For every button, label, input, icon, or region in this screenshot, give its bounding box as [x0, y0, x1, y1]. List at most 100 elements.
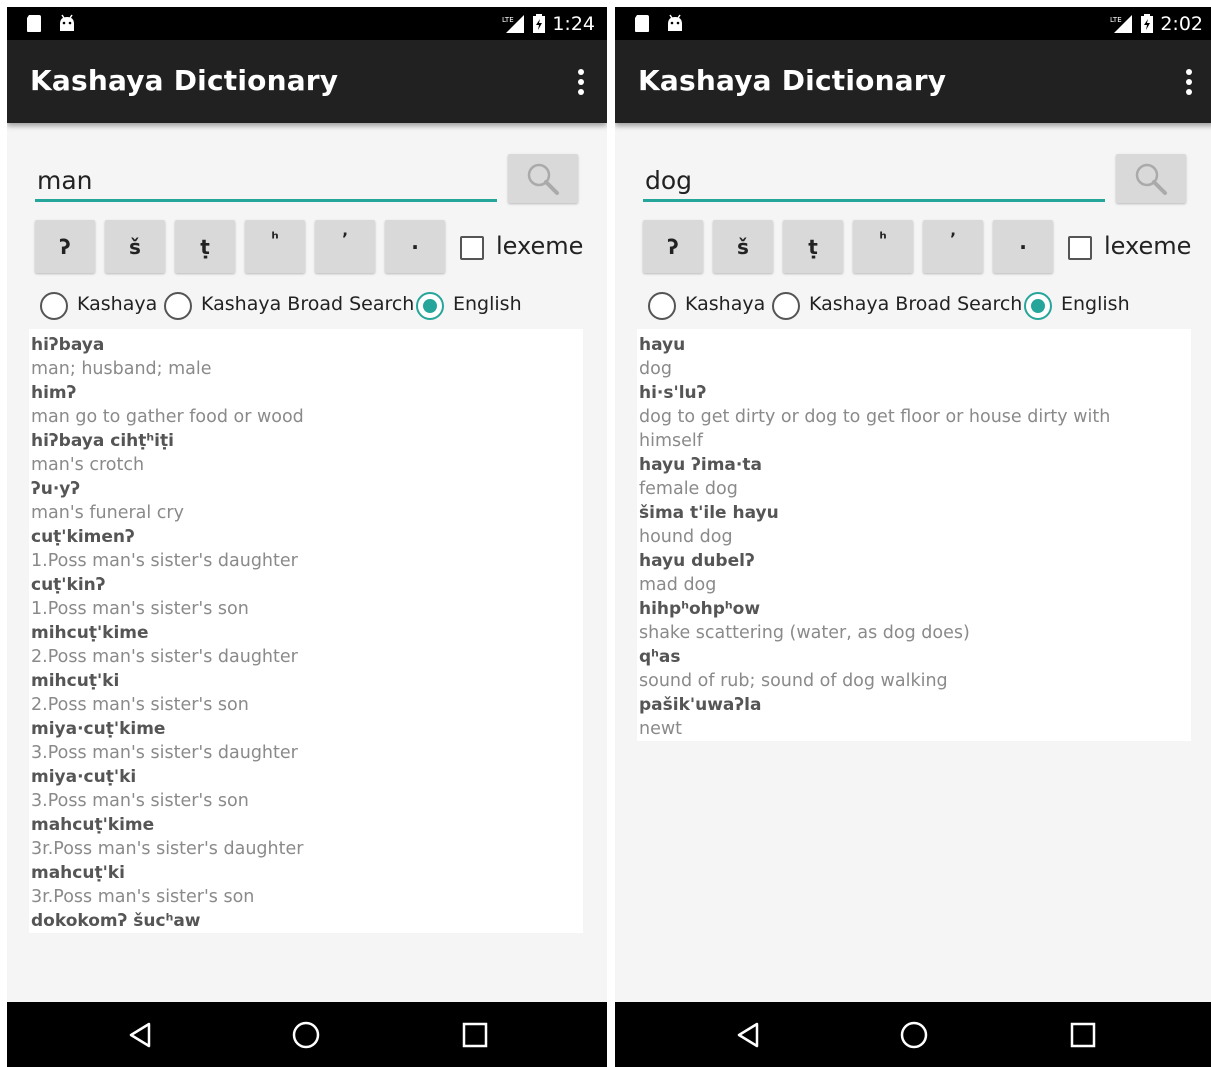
result-headword: hiʔbaya cihṭʰiṭi	[31, 431, 174, 451]
result-headword: mihcuṭ'ki	[31, 671, 120, 691]
overflow-menu-icon[interactable]	[1185, 68, 1193, 96]
result-entry[interactable]: hiʔbaya cihṭʰiṭi man's crotch	[31, 429, 583, 477]
result-gloss: man go to gather food or wood	[31, 407, 304, 427]
result-headword: hi·s'luʔ	[639, 383, 707, 403]
radio-kashaya-label: Kashaya	[685, 293, 766, 315]
result-gloss: 3r.Poss man's sister's son	[31, 887, 255, 907]
lexeme-checkbox[interactable]	[460, 236, 484, 260]
insert-ejective-button[interactable]: ʼ	[315, 220, 375, 273]
insert-glottal-stop-button[interactable]: ʔ	[35, 220, 95, 273]
result-entry[interactable]: miya·cuṭ'ki 3.Poss man's sister's son	[31, 765, 583, 813]
result-headword: qʰas	[639, 647, 681, 667]
result-entry[interactable]: mihcuṭ'ki 2.Poss man's sister's son	[31, 669, 583, 717]
result-entry[interactable]: pašik'uwaʔla newt	[639, 693, 1191, 741]
result-gloss: hound dog	[639, 527, 733, 547]
result-entry[interactable]: mahcuṭ'kime 3r.Poss man's sister's daught…	[31, 813, 583, 861]
radio-english[interactable]	[416, 292, 444, 320]
result-headword: ʔu·yʔ	[31, 479, 81, 499]
result-headword: hayu	[639, 335, 686, 355]
result-entry[interactable]: hayu ʔima·ta female dog	[639, 453, 1191, 501]
result-entry[interactable]: hiʔbaya man; husband; male	[31, 333, 583, 381]
radio-kashaya-broad[interactable]	[772, 292, 800, 320]
result-entry[interactable]: miya·cuṭ'kime 3.Poss man's sister's daugh…	[31, 717, 583, 765]
app-bar: Kashaya Dictionary	[615, 40, 1211, 123]
status-right-group: LTE 1:24	[502, 12, 595, 36]
phone-screen-right: LTE 2:02 Kashaya Dictionary ʔ š ṭ ʰ ʼ · …	[615, 7, 1211, 1067]
result-entry[interactable]: šima t'ile hayu hound dog	[639, 501, 1191, 549]
result-headword: hayu dubelʔ	[639, 551, 755, 571]
recent-apps-icon[interactable]	[1068, 1020, 1098, 1050]
result-headword: hihpʰohpʰow	[639, 599, 761, 619]
lexeme-checkbox[interactable]	[1068, 236, 1092, 260]
result-entry[interactable]: ʔu·yʔ man's funeral cry	[31, 477, 583, 525]
insert-length-dot-button[interactable]: ·	[385, 220, 445, 273]
radio-kashaya-broad[interactable]	[164, 292, 192, 320]
back-icon[interactable]	[125, 1020, 155, 1050]
radio-english[interactable]	[1024, 292, 1052, 320]
radio-kashaya-broad-label: Kashaya Broad Search	[201, 293, 415, 315]
result-entry[interactable]: hi·s'luʔ dog to get dirty or dog to get f…	[639, 381, 1191, 453]
insert-t-dot-button[interactable]: ṭ	[175, 220, 235, 273]
status-bar: LTE 1:24	[7, 7, 607, 40]
result-gloss: 1.Poss man's sister's daughter	[31, 551, 298, 571]
result-headword: mahcuṭ'ki	[31, 863, 125, 883]
insert-glottal-stop-button[interactable]: ʔ	[643, 220, 703, 273]
radio-kashaya[interactable]	[648, 292, 676, 320]
result-gloss: 2.Poss man's sister's son	[31, 695, 249, 715]
result-entry[interactable]: mahcuṭ'ki 3r.Poss man's sister's son	[31, 861, 583, 909]
search-input[interactable]	[643, 162, 1105, 202]
search-button[interactable]	[1116, 154, 1186, 203]
insert-s-caron-button[interactable]: š	[713, 220, 773, 273]
svg-text:LTE: LTE	[502, 16, 514, 24]
result-entry[interactable]: himʔ man go to gather food or wood	[31, 381, 583, 429]
result-headword: šima t'ile hayu	[639, 503, 779, 523]
radio-kashaya-broad-label: Kashaya Broad Search	[809, 293, 1023, 315]
result-gloss: mad dog	[639, 575, 717, 595]
result-headword: mihcuṭ'kime	[31, 623, 149, 643]
insert-ejective-button[interactable]: ʼ	[923, 220, 983, 273]
lte-signal-icon: LTE	[1110, 15, 1133, 33]
lte-signal-icon: LTE	[502, 15, 525, 33]
result-entry[interactable]: hihpʰohpʰow shake scattering (water, as d…	[639, 597, 1191, 645]
radio-english-label: English	[1061, 293, 1130, 315]
result-entry[interactable]: hayu dog	[639, 333, 1191, 381]
search-button[interactable]	[508, 154, 578, 203]
battery-icon	[1141, 14, 1154, 33]
radio-kashaya-label: Kashaya	[77, 293, 158, 315]
radio-kashaya[interactable]	[40, 292, 68, 320]
result-gloss: shake scattering (water, as dog does)	[639, 623, 970, 643]
recent-apps-icon[interactable]	[460, 1020, 490, 1050]
result-entry[interactable]: hayu dubelʔ mad dog	[639, 549, 1191, 597]
insert-aspiration-button[interactable]: ʰ	[245, 220, 305, 273]
result-gloss: sound of rub; sound of dog walking	[639, 671, 948, 691]
status-right-group: LTE 2:02	[1110, 12, 1203, 36]
result-entry[interactable]: cuṭ'kimenʔ 1.Poss man's sister's daughter	[31, 525, 583, 573]
result-gloss: man's funeral cry	[31, 503, 184, 523]
overflow-menu-icon[interactable]	[577, 68, 585, 96]
insert-length-dot-button[interactable]: ·	[993, 220, 1053, 273]
android-icon	[60, 14, 74, 31]
result-entry[interactable]: qʰas sound of rub; sound of dog walking	[639, 645, 1191, 693]
insert-aspiration-button[interactable]: ʰ	[853, 220, 913, 273]
result-entry[interactable]: dokokomʔ šucʰaw	[31, 909, 583, 933]
result-entry[interactable]: cuṭ'kinʔ 1.Poss man's sister's son	[31, 573, 583, 621]
home-icon[interactable]	[291, 1020, 321, 1050]
result-entry[interactable]: mihcuṭ'kime 2.Poss man's sister's daughte…	[31, 621, 583, 669]
home-icon[interactable]	[899, 1020, 929, 1050]
result-gloss: man's crotch	[31, 455, 145, 475]
result-gloss: dog to get dirty or dog to get floor or …	[639, 407, 1111, 451]
lexeme-label: lexeme	[496, 232, 584, 260]
nav-bar	[7, 1002, 607, 1067]
nav-bar	[615, 1002, 1211, 1067]
lexeme-label: lexeme	[1104, 232, 1192, 260]
insert-s-caron-button[interactable]: š	[105, 220, 165, 273]
sd-card-icon	[635, 15, 649, 32]
result-gloss: newt	[639, 719, 683, 739]
back-icon[interactable]	[733, 1020, 763, 1050]
insert-t-dot-button[interactable]: ṭ	[783, 220, 843, 273]
app-bar: Kashaya Dictionary	[7, 40, 607, 123]
result-gloss: 3.Poss man's sister's son	[31, 791, 249, 811]
result-headword: cuṭ'kinʔ	[31, 575, 106, 595]
results-list: hiʔbaya man; husband; male himʔ man go to g…	[29, 329, 583, 933]
search-input[interactable]	[35, 162, 497, 202]
